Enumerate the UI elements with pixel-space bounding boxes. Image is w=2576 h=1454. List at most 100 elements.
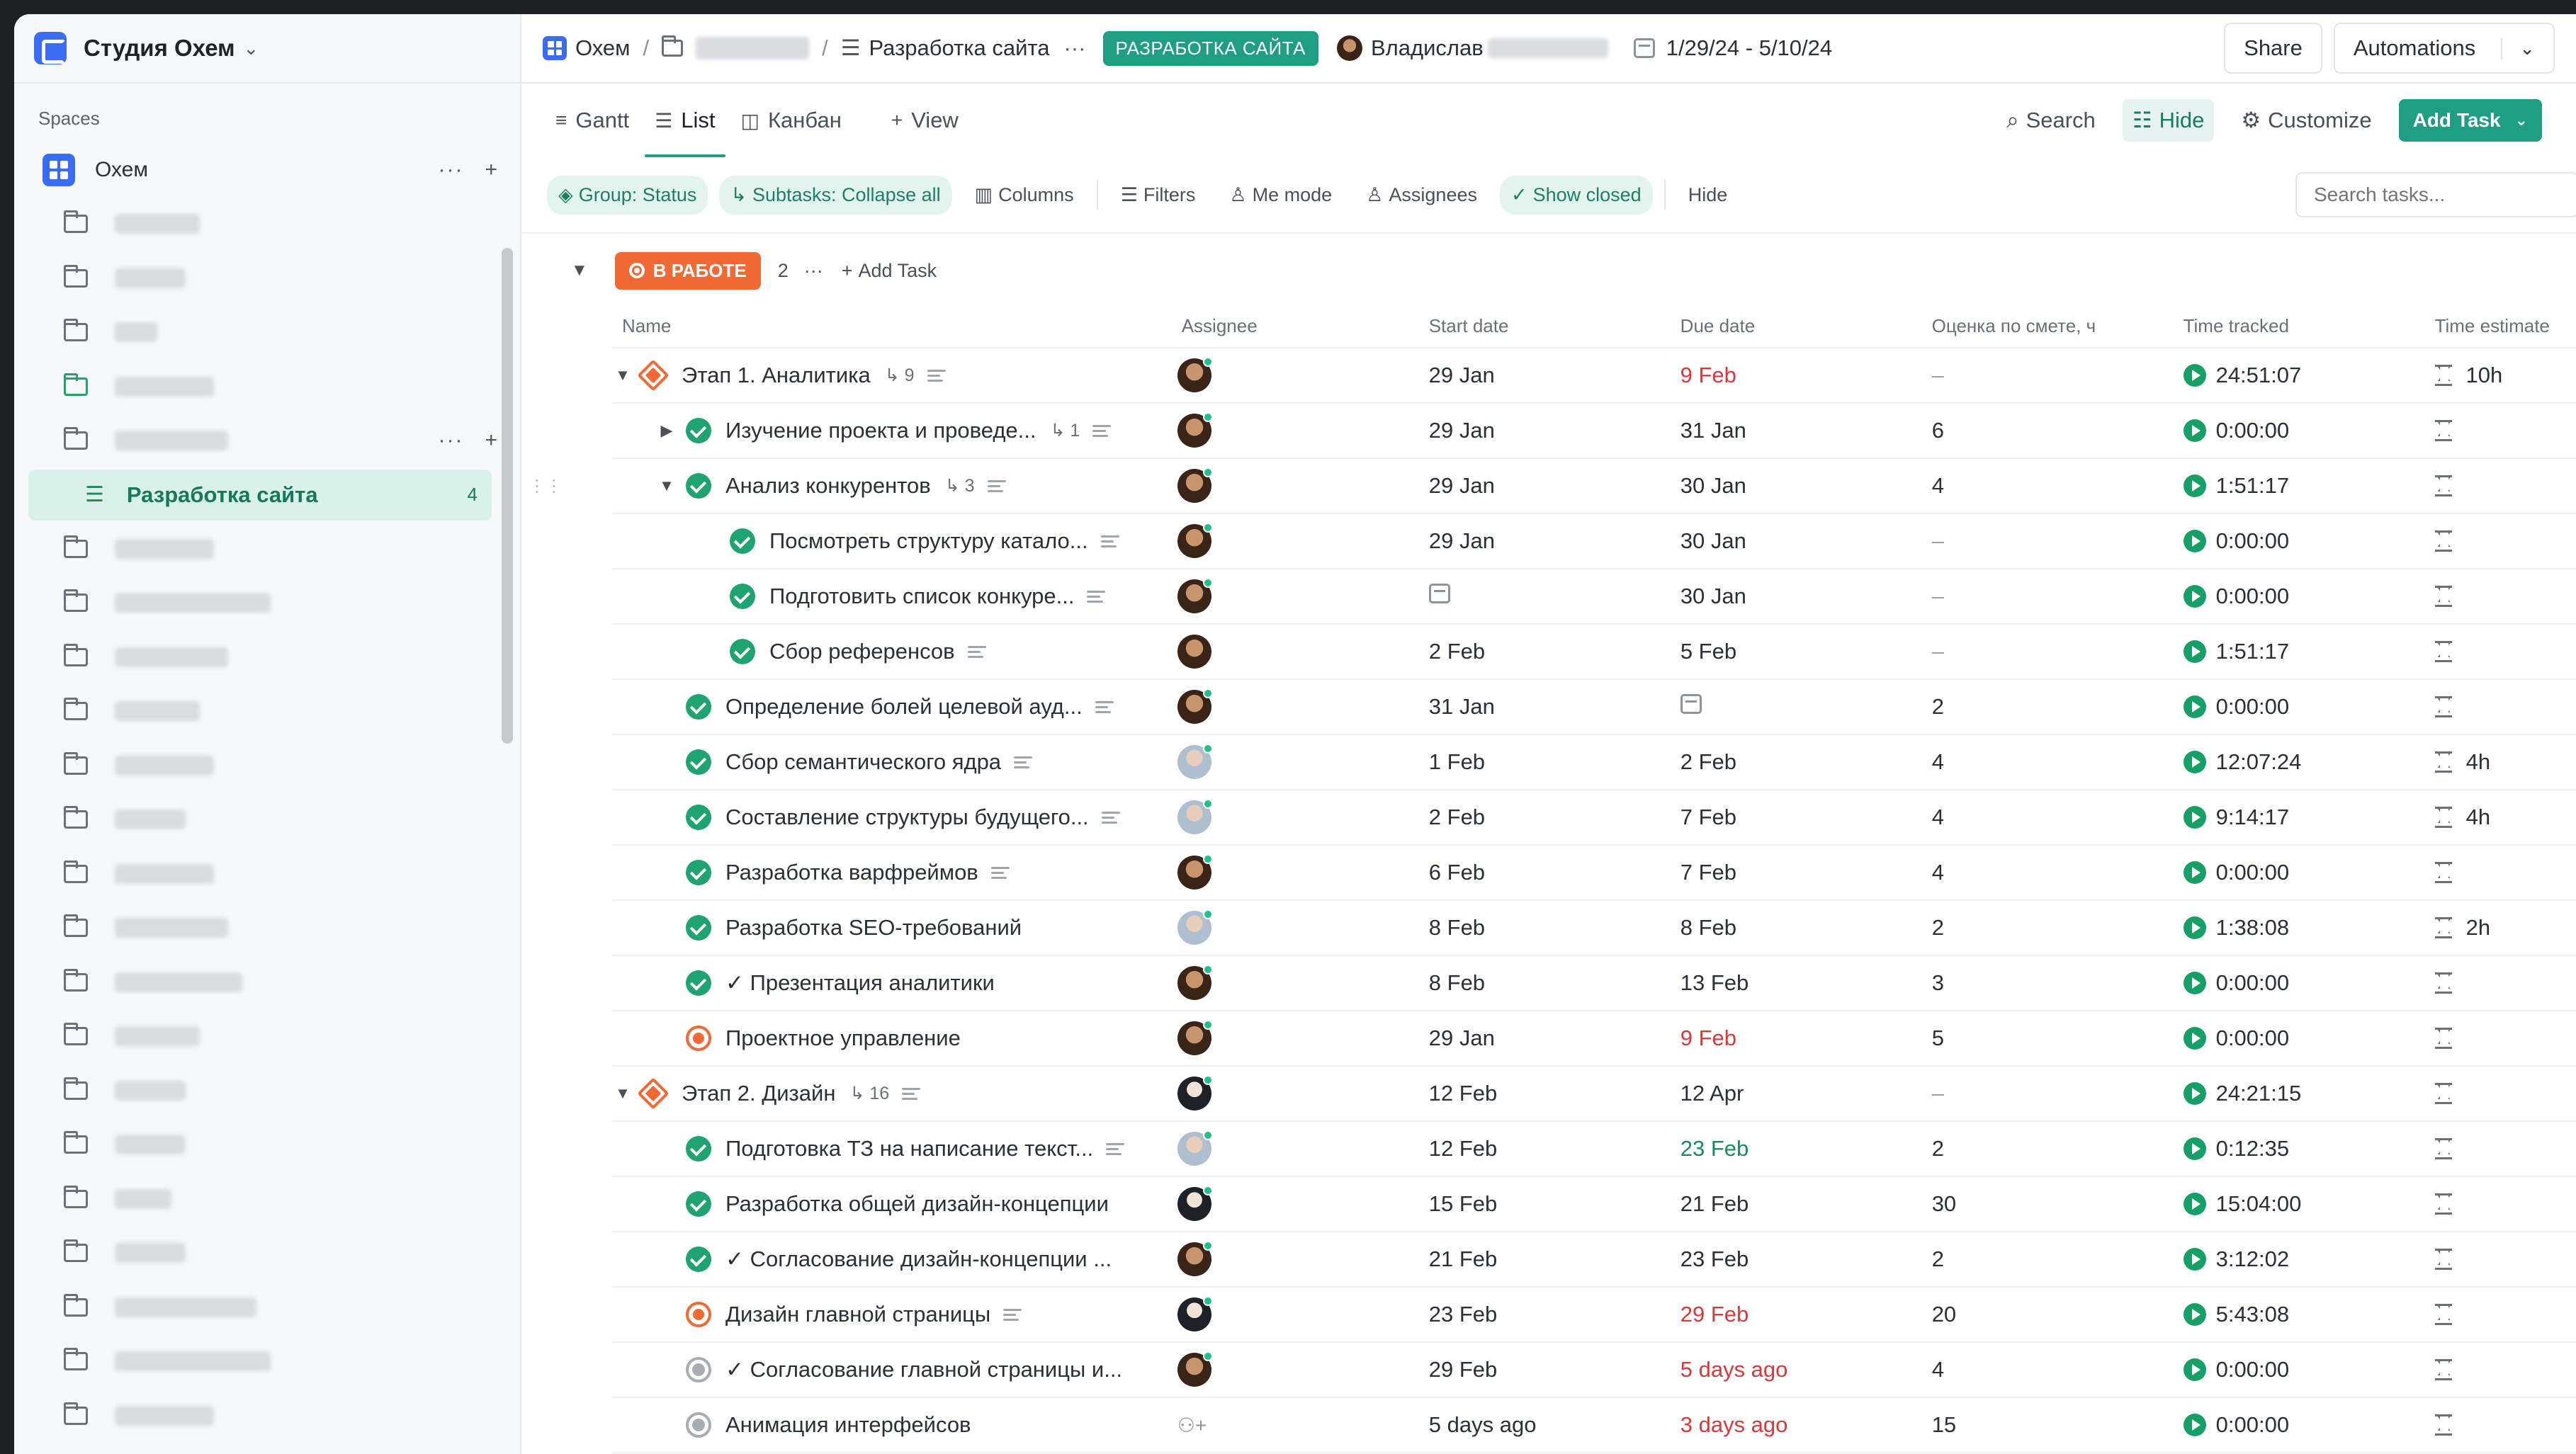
task-name[interactable]: Анимация интерфейсов [725, 1412, 971, 1438]
assignee-cell[interactable] [1177, 688, 1429, 724]
play-icon[interactable] [2183, 1248, 2206, 1271]
time-estimate-cell[interactable]: 10h [2434, 363, 2576, 388]
space-more-icon[interactable]: ··· [438, 158, 463, 182]
due-date-cell[interactable]: 12 Apr [1680, 1081, 1932, 1106]
estimate-cell[interactable]: – [1932, 528, 2184, 554]
play-icon[interactable] [2183, 1137, 2206, 1160]
status-done-icon[interactable] [730, 584, 755, 609]
table-row[interactable]: ▼ Этап 1. Аналитика ↳ 9 29 Jan 9 Feb – 2… [612, 348, 2576, 404]
folder-item[interactable] [14, 1389, 520, 1443]
status-done-icon[interactable] [686, 1136, 711, 1162]
table-row[interactable]: Подготовка ТЗ на написание текст... 12 F… [612, 1122, 2576, 1177]
show-closed-chip[interactable]: ✓ Show closed [1499, 175, 1653, 215]
folder-item[interactable] [14, 1009, 520, 1064]
group-by-chip[interactable]: ◈ Group: Status [547, 175, 708, 215]
collapse-caret-icon[interactable]: ▼ [612, 1084, 633, 1103]
table-row[interactable]: Анимация интерфейсов ⚇+ 5 days ago 3 day… [612, 1398, 2576, 1453]
task-name[interactable]: ✓ Презентация аналитики [725, 970, 995, 996]
time-estimate-cell[interactable] [2434, 530, 2576, 552]
play-icon[interactable] [2183, 1358, 2206, 1381]
assignee-cell[interactable] [1177, 635, 1429, 669]
play-icon[interactable] [2183, 861, 2206, 884]
estimate-cell[interactable]: – [1932, 1081, 2184, 1106]
folder-item[interactable] [14, 360, 520, 414]
task-name[interactable]: Посмотреть структуру катало... [769, 528, 1088, 554]
status-in-progress-icon[interactable] [686, 1302, 711, 1327]
time-estimate-cell[interactable] [2434, 1359, 2576, 1380]
table-row[interactable]: ⋮⋮ ▼ Анализ конкурентов ↳ 3 29 Jan 30 Ja… [529, 459, 2576, 514]
avatar[interactable] [1177, 799, 1213, 834]
status-done-icon[interactable] [686, 915, 711, 941]
folder-item[interactable] [14, 1280, 520, 1335]
folder-item[interactable] [14, 305, 520, 360]
due-date-cell[interactable]: 7 Feb [1680, 860, 1932, 885]
assignee-cell[interactable] [1177, 909, 1429, 945]
task-name[interactable]: Разработка SEO-требований [725, 915, 1022, 941]
table-row[interactable]: Дизайн главной страницы 23 Feb 29 Feb 20… [612, 1288, 2576, 1343]
start-date-cell[interactable]: 8 Feb [1429, 915, 1680, 941]
due-date-cell[interactable]: 31 Jan [1680, 418, 1932, 443]
table-row[interactable]: ▶ Изучение проекта и проведе... ↳ 1 29 J… [612, 404, 2576, 459]
estimate-cell[interactable]: 6 [1932, 418, 2184, 443]
play-icon[interactable] [2183, 751, 2206, 773]
assignee-cell[interactable] [1177, 1020, 1429, 1055]
due-date-cell[interactable]: 5 days ago [1680, 1357, 1932, 1382]
tab-kanban[interactable]: ◫ Канбан [741, 84, 842, 157]
drag-handle-icon[interactable]: ⋮⋮ [529, 476, 563, 496]
table-row[interactable]: Сбор референсов 2 Feb 5 Feb – 1:51:17 [612, 625, 2576, 680]
play-icon[interactable] [2183, 530, 2206, 552]
start-date-cell[interactable]: 12 Feb [1429, 1081, 1680, 1106]
avatar[interactable] [1177, 688, 1213, 724]
avatar[interactable] [1177, 1020, 1213, 1055]
avatar[interactable] [1177, 744, 1213, 779]
folder-item[interactable] [14, 1334, 520, 1389]
folder-item[interactable] [14, 847, 520, 902]
table-row[interactable]: Разработка общей дизайн-концепции 15 Feb… [612, 1177, 2576, 1232]
avatar[interactable] [1177, 909, 1213, 945]
task-name[interactable]: Сбор семантического ядра [725, 749, 1001, 775]
assignee-cell[interactable] [1177, 1296, 1429, 1331]
group-more-icon[interactable]: ··· [804, 260, 823, 282]
start-date-cell[interactable]: 29 Jan [1429, 418, 1680, 443]
status-todo-icon[interactable] [686, 1412, 711, 1438]
play-icon[interactable] [2183, 364, 2206, 387]
due-date-cell[interactable]: 2 Feb [1680, 749, 1932, 775]
start-date-cell[interactable]: 6 Feb [1429, 860, 1680, 885]
folder-item[interactable] [14, 251, 520, 306]
milestone-icon[interactable] [637, 359, 670, 392]
add-view-button[interactable]: + View [891, 84, 959, 157]
time-tracked-cell[interactable]: 0:00:00 [2183, 694, 2435, 720]
time-estimate-cell[interactable] [2434, 1249, 2576, 1270]
play-icon[interactable] [2183, 585, 2206, 608]
start-date-cell[interactable]: 29 Jan [1429, 528, 1680, 554]
due-date-cell[interactable]: 8 Feb [1680, 915, 1932, 941]
avatar[interactable] [1177, 965, 1213, 1000]
time-tracked-cell[interactable]: 1:38:08 [2183, 915, 2435, 941]
sidebar-scrollbar[interactable] [502, 248, 513, 744]
table-row[interactable]: Подготовить список конкуре... 30 Jan – 0… [612, 569, 2576, 625]
time-tracked-cell[interactable]: 1:51:17 [2183, 473, 2435, 499]
play-icon[interactable] [2183, 695, 2206, 718]
time-tracked-cell[interactable]: 0:00:00 [2183, 1412, 2435, 1438]
time-tracked-cell[interactable]: 0:00:00 [2183, 1026, 2435, 1051]
avatar[interactable] [1177, 1241, 1213, 1276]
col-due-date[interactable]: Due date [1680, 315, 1932, 337]
status-done-icon[interactable] [686, 418, 711, 443]
task-name[interactable]: Этап 1. Аналитика [682, 363, 871, 388]
time-tracked-cell[interactable]: 5:43:08 [2183, 1302, 2435, 1327]
time-estimate-cell[interactable] [2434, 420, 2576, 441]
status-todo-icon[interactable] [686, 1357, 711, 1382]
time-tracked-cell[interactable]: 12:07:24 [2183, 749, 2435, 775]
chevron-down-icon[interactable]: ⌄ [2501, 37, 2535, 59]
start-date-cell[interactable]: 12 Feb [1429, 1136, 1680, 1162]
start-date-cell[interactable]: 2 Feb [1429, 639, 1680, 664]
due-date-cell[interactable]: 7 Feb [1680, 805, 1932, 830]
estimate-cell[interactable]: – [1932, 363, 2184, 388]
folder-item[interactable] [14, 739, 520, 793]
due-date-cell[interactable]: 9 Feb [1680, 363, 1932, 388]
start-date-cell[interactable]: 29 Jan [1429, 1026, 1680, 1051]
assignee-cell[interactable] [1177, 744, 1429, 779]
assignees-chip[interactable]: ♙ Assignees [1355, 176, 1488, 215]
folder-item[interactable] [14, 576, 520, 630]
time-estimate-cell[interactable] [2434, 1304, 2576, 1325]
